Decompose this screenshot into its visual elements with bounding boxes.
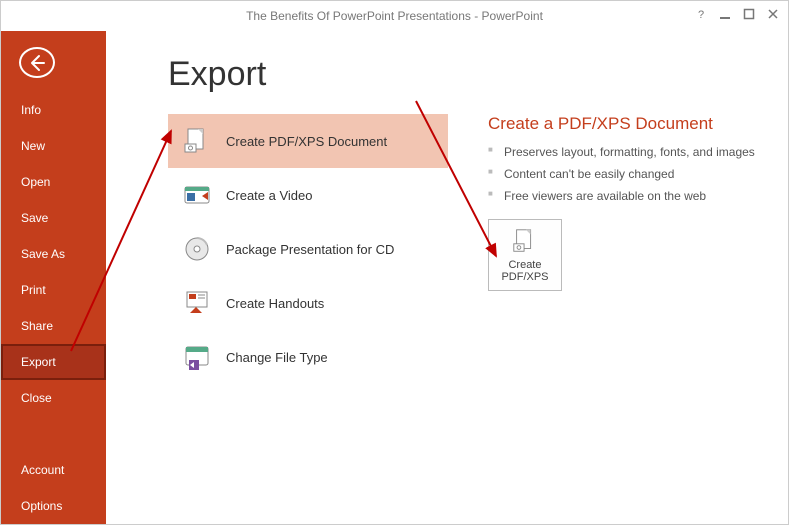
nav-label: Print	[21, 283, 46, 297]
change-file-type-icon	[182, 342, 212, 372]
nav-open[interactable]: Open	[1, 164, 106, 200]
nav-label: New	[21, 139, 45, 153]
export-option-label: Create Handouts	[226, 296, 324, 311]
nav-list: Info New Open Save Save As Print Share E…	[1, 92, 106, 524]
nav-label: Save	[21, 211, 48, 225]
close-icon[interactable]	[764, 5, 782, 23]
window-controls: ?	[692, 5, 782, 23]
main-panel: Export Create PDF/XPS Document Create a …	[106, 31, 788, 524]
button-label-line2: PDF/XPS	[501, 271, 548, 283]
export-option-label: Create PDF/XPS Document	[226, 134, 387, 149]
pdf-xps-icon	[182, 126, 212, 156]
nav-new[interactable]: New	[1, 128, 106, 164]
restore-icon[interactable]	[740, 5, 758, 23]
nav-label: Close	[21, 391, 52, 405]
nav-label: Account	[21, 463, 64, 477]
export-option-handouts[interactable]: Create Handouts	[168, 276, 448, 330]
button-label: Create PDF/XPS	[501, 259, 548, 283]
export-option-package-cd[interactable]: Package Presentation for CD	[168, 222, 448, 276]
export-option-label: Change File Type	[226, 350, 328, 365]
nav-spacer	[1, 416, 106, 452]
handouts-icon	[182, 288, 212, 318]
nav-account[interactable]: Account	[1, 452, 106, 488]
page-title: Export	[168, 55, 764, 94]
export-option-change-file-type[interactable]: Change File Type	[168, 330, 448, 384]
back-button[interactable]	[19, 47, 55, 78]
nav-label: Info	[21, 103, 41, 117]
nav-export[interactable]: Export	[1, 344, 106, 380]
nav-save-as[interactable]: Save As	[1, 236, 106, 272]
nav-print[interactable]: Print	[1, 272, 106, 308]
detail-bullet-list: Preserves layout, formatting, fonts, and…	[488, 144, 764, 205]
title-bar: The Benefits Of PowerPoint Presentations…	[1, 1, 788, 31]
backstage-sidebar: Info New Open Save Save As Print Share E…	[1, 31, 106, 524]
detail-title: Create a PDF/XPS Document	[488, 114, 764, 134]
window-title: The Benefits Of PowerPoint Presentations…	[246, 9, 543, 23]
nav-options[interactable]: Options	[1, 488, 106, 524]
nav-save[interactable]: Save	[1, 200, 106, 236]
nav-info[interactable]: Info	[1, 92, 106, 128]
export-option-pdf-xps[interactable]: Create PDF/XPS Document	[168, 114, 448, 168]
nav-close[interactable]: Close	[1, 380, 106, 416]
nav-label: Share	[21, 319, 53, 333]
export-detail-panel: Create a PDF/XPS Document Preserves layo…	[488, 114, 764, 291]
video-icon	[182, 180, 212, 210]
minimize-icon[interactable]	[716, 5, 734, 23]
nav-share[interactable]: Share	[1, 308, 106, 344]
backstage-window: The Benefits Of PowerPoint Presentations…	[0, 0, 789, 525]
detail-bullet: Free viewers are available on the web	[488, 188, 764, 204]
help-icon[interactable]: ?	[692, 5, 710, 23]
button-label-line1: Create	[508, 259, 541, 271]
export-option-label: Package Presentation for CD	[226, 242, 394, 257]
nav-label: Save As	[21, 247, 65, 261]
cd-icon	[182, 234, 212, 264]
pdf-xps-icon	[511, 227, 539, 255]
nav-label: Export	[21, 355, 56, 369]
create-pdf-xps-button[interactable]: Create PDF/XPS	[488, 219, 562, 291]
export-option-label: Create a Video	[226, 188, 313, 203]
backstage-body: Info New Open Save Save As Print Share E…	[1, 31, 788, 524]
detail-bullet: Content can't be easily changed	[488, 166, 764, 182]
export-options-list: Create PDF/XPS Document Create a Video P…	[168, 114, 448, 384]
nav-label: Options	[21, 499, 62, 513]
svg-text:?: ?	[698, 9, 704, 20]
nav-label: Open	[21, 175, 50, 189]
export-columns: Create PDF/XPS Document Create a Video P…	[168, 114, 764, 384]
export-option-video[interactable]: Create a Video	[168, 168, 448, 222]
detail-bullet: Preserves layout, formatting, fonts, and…	[488, 144, 764, 160]
